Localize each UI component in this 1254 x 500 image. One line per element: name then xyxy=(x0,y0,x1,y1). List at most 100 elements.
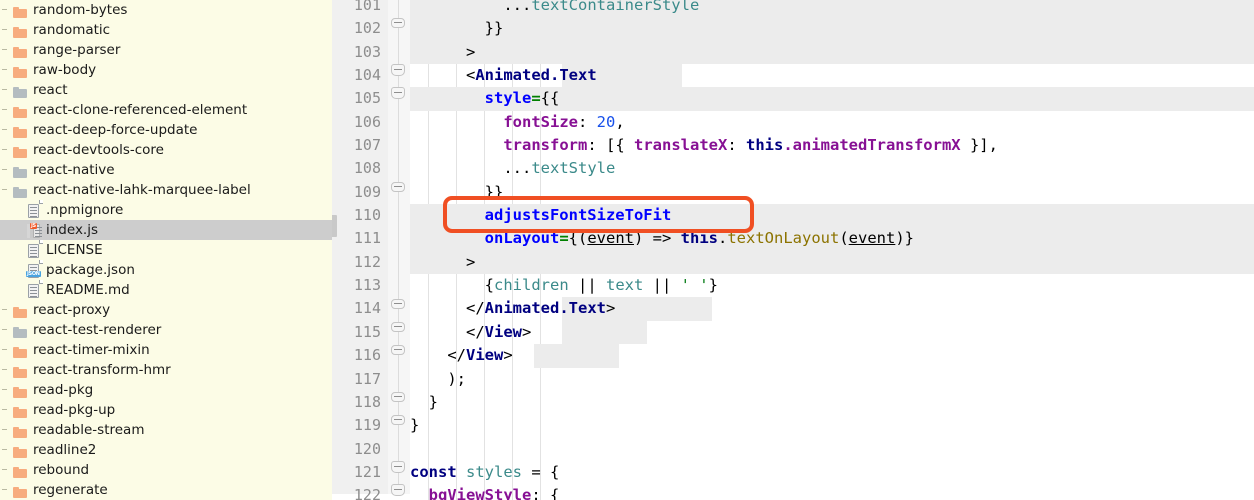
line-number-gutter[interactable]: 101 102 103 104 105 106 107 108 109 110 111 112 113 1… xyxy=(332,0,388,500)
code-fold-toggle-icon[interactable] xyxy=(391,15,406,30)
code-line[interactable]: }} xyxy=(410,17,1254,41)
tree-expand-arrow-icon[interactable] xyxy=(0,20,11,40)
folder-orange-icon xyxy=(11,420,30,440)
code-line[interactable]: style={{ xyxy=(410,87,1254,111)
code-line-text: fontSize: 20, xyxy=(503,112,625,131)
code-line[interactable]: {children || text || ' '} xyxy=(410,274,1254,297)
tree-item-react[interactable]: react xyxy=(0,80,332,100)
code-fold-toggle-icon[interactable] xyxy=(391,85,406,100)
tree-item-read-pkg[interactable]: read-pkg xyxy=(0,380,332,400)
tree-expand-arrow-icon[interactable] xyxy=(0,0,11,20)
tree-item-react-test-renderer[interactable]: react-test-renderer xyxy=(0,320,332,340)
code-line[interactable] xyxy=(410,438,1254,461)
code-line[interactable]: const styles = { xyxy=(410,461,1254,484)
tree-item-random-bytes[interactable]: random-bytes xyxy=(0,0,332,20)
tree-expand-arrow-icon[interactable] xyxy=(0,120,11,140)
code-line-text: <Animated.Text xyxy=(466,66,597,85)
code-folding-column[interactable] xyxy=(388,0,410,497)
tree-expand-arrow-icon[interactable] xyxy=(0,400,11,420)
folder-gray-icon xyxy=(11,80,30,100)
tree-item-label: raw-body xyxy=(33,62,97,78)
code-line[interactable]: <Animated.Text xyxy=(410,64,1254,88)
tree-expand-arrow-icon[interactable] xyxy=(0,380,11,400)
code-line-text: </View> xyxy=(466,322,532,341)
tree-item-react-transform-hmr[interactable]: react-transform-hmr xyxy=(0,360,332,380)
tree-item-react-deep-force-update[interactable]: react-deep-force-update xyxy=(0,120,332,140)
folder-orange-icon xyxy=(11,340,30,360)
tree-item-index-js[interactable]: JS index.js xyxy=(0,220,332,240)
code-editor[interactable]: 101 102 103 104 105 106 107 108 109 110 111 112 113 1… xyxy=(332,0,1254,500)
tree-item-regenerate[interactable]: regenerate xyxy=(0,480,332,500)
tree-expand-arrow-icon[interactable] xyxy=(0,300,11,320)
tree-item-npmignore[interactable]: .npmignore xyxy=(0,200,332,220)
tree-item-raw-body[interactable]: raw-body xyxy=(0,60,332,80)
code-fold-toggle-icon[interactable] xyxy=(391,62,406,77)
code-fold-toggle-icon[interactable] xyxy=(391,412,406,427)
tree-expand-arrow-icon xyxy=(0,200,11,220)
code-line[interactable]: > xyxy=(410,250,1254,275)
code-line[interactable]: > xyxy=(410,40,1254,65)
tree-expand-arrow-icon[interactable] xyxy=(0,320,11,340)
tree-expand-arrow-icon[interactable] xyxy=(0,180,11,200)
folder-orange-icon xyxy=(11,100,30,120)
code-line[interactable]: </View> xyxy=(410,320,1254,345)
code-fold-toggle-icon[interactable] xyxy=(391,342,406,357)
code-line[interactable]: } xyxy=(410,391,1254,414)
tree-item-license[interactable]: LICENSE xyxy=(0,240,332,260)
code-line[interactable]: } xyxy=(410,414,1254,437)
code-line[interactable]: adjustsFontSizeToFit xyxy=(410,204,1254,228)
code-line[interactable]: </Animated.Text> xyxy=(410,297,1254,321)
code-fold-toggle-icon[interactable] xyxy=(391,296,406,311)
tree-item-range-parser[interactable]: range-parser xyxy=(0,40,332,60)
tree-expand-arrow-icon[interactable] xyxy=(0,480,11,500)
gutter-drag-handle[interactable] xyxy=(332,215,337,237)
code-line[interactable]: transform: [{ translateX: this.animatedT… xyxy=(410,134,1254,157)
code-line[interactable]: ...textContainerStyle xyxy=(410,0,1254,18)
code-fold-toggle-icon[interactable] xyxy=(391,319,406,334)
code-line[interactable]: ); xyxy=(410,368,1254,391)
tree-item-randomatic[interactable]: randomatic xyxy=(0,20,332,40)
tree-item-react-timer-mixin[interactable]: react-timer-mixin xyxy=(0,340,332,360)
tree-item-react-native[interactable]: react-native xyxy=(0,160,332,180)
code-line[interactable]: ...textStyle xyxy=(410,157,1254,180)
tree-item-label: react-clone-referenced-element xyxy=(33,102,248,118)
code-line-text: onLayout={(event) => this.textOnLayout(e… xyxy=(484,229,915,248)
code-text-area[interactable]: ...textContainerStyle }} > <Animated.Tex… xyxy=(410,0,1254,500)
tree-item-label: react-native xyxy=(33,162,115,178)
tree-expand-arrow-icon[interactable] xyxy=(0,60,11,80)
code-line[interactable]: onLayout={(event) => this.textOnLayout(e… xyxy=(410,227,1254,251)
code-line[interactable]: fontSize: 20, xyxy=(410,111,1254,134)
code-fold-toggle-icon[interactable] xyxy=(391,389,406,404)
tree-item-readme-md[interactable]: README.md xyxy=(0,280,332,300)
code-fold-toggle-icon[interactable] xyxy=(391,179,406,194)
tree-expand-arrow-icon[interactable] xyxy=(0,100,11,120)
tree-item-rebound[interactable]: rebound xyxy=(0,460,332,480)
tree-item-read-pkg-up[interactable]: read-pkg-up xyxy=(0,400,332,420)
project-file-tree[interactable]: random-bytes randomatic range-parser raw-bo… xyxy=(0,0,332,500)
tree-item-react-devtools-core[interactable]: react-devtools-core xyxy=(0,140,332,160)
tree-item-package-json[interactable]: JSON package.json xyxy=(0,260,332,280)
tree-expand-arrow-icon[interactable] xyxy=(0,140,11,160)
tree-expand-arrow-icon[interactable] xyxy=(0,340,11,360)
code-line-text: transform: [{ translateX: this.animatedT… xyxy=(503,136,998,155)
tree-item-label: react xyxy=(33,82,68,98)
tree-expand-arrow-icon[interactable] xyxy=(0,420,11,440)
tree-item-react-proxy[interactable]: react-proxy xyxy=(0,300,332,320)
code-line[interactable]: </View> xyxy=(410,344,1254,368)
tree-item-readline2[interactable]: readline2 xyxy=(0,440,332,460)
code-line[interactable]: bgViewStyle: { xyxy=(410,484,1254,500)
tree-item-react-native-lahk-marquee-label[interactable]: react-native-lahk-marquee-label xyxy=(0,180,332,200)
tree-expand-arrow-icon[interactable] xyxy=(0,80,11,100)
tree-expand-arrow-icon[interactable] xyxy=(0,440,11,460)
tree-expand-arrow-icon[interactable] xyxy=(0,160,11,180)
code-line[interactable]: }} xyxy=(410,181,1254,204)
tree-item-readable-stream[interactable]: readable-stream xyxy=(0,420,332,440)
code-fold-toggle-icon[interactable] xyxy=(391,459,406,474)
code-fold-toggle-icon[interactable] xyxy=(391,482,406,497)
tree-expand-arrow-icon[interactable] xyxy=(0,460,11,480)
tree-item-react-clone-referenced-element[interactable]: react-clone-referenced-element xyxy=(0,100,332,120)
folder-orange-icon xyxy=(11,380,30,400)
tree-expand-arrow-icon[interactable] xyxy=(0,360,11,380)
tree-expand-arrow-icon[interactable] xyxy=(0,40,11,60)
